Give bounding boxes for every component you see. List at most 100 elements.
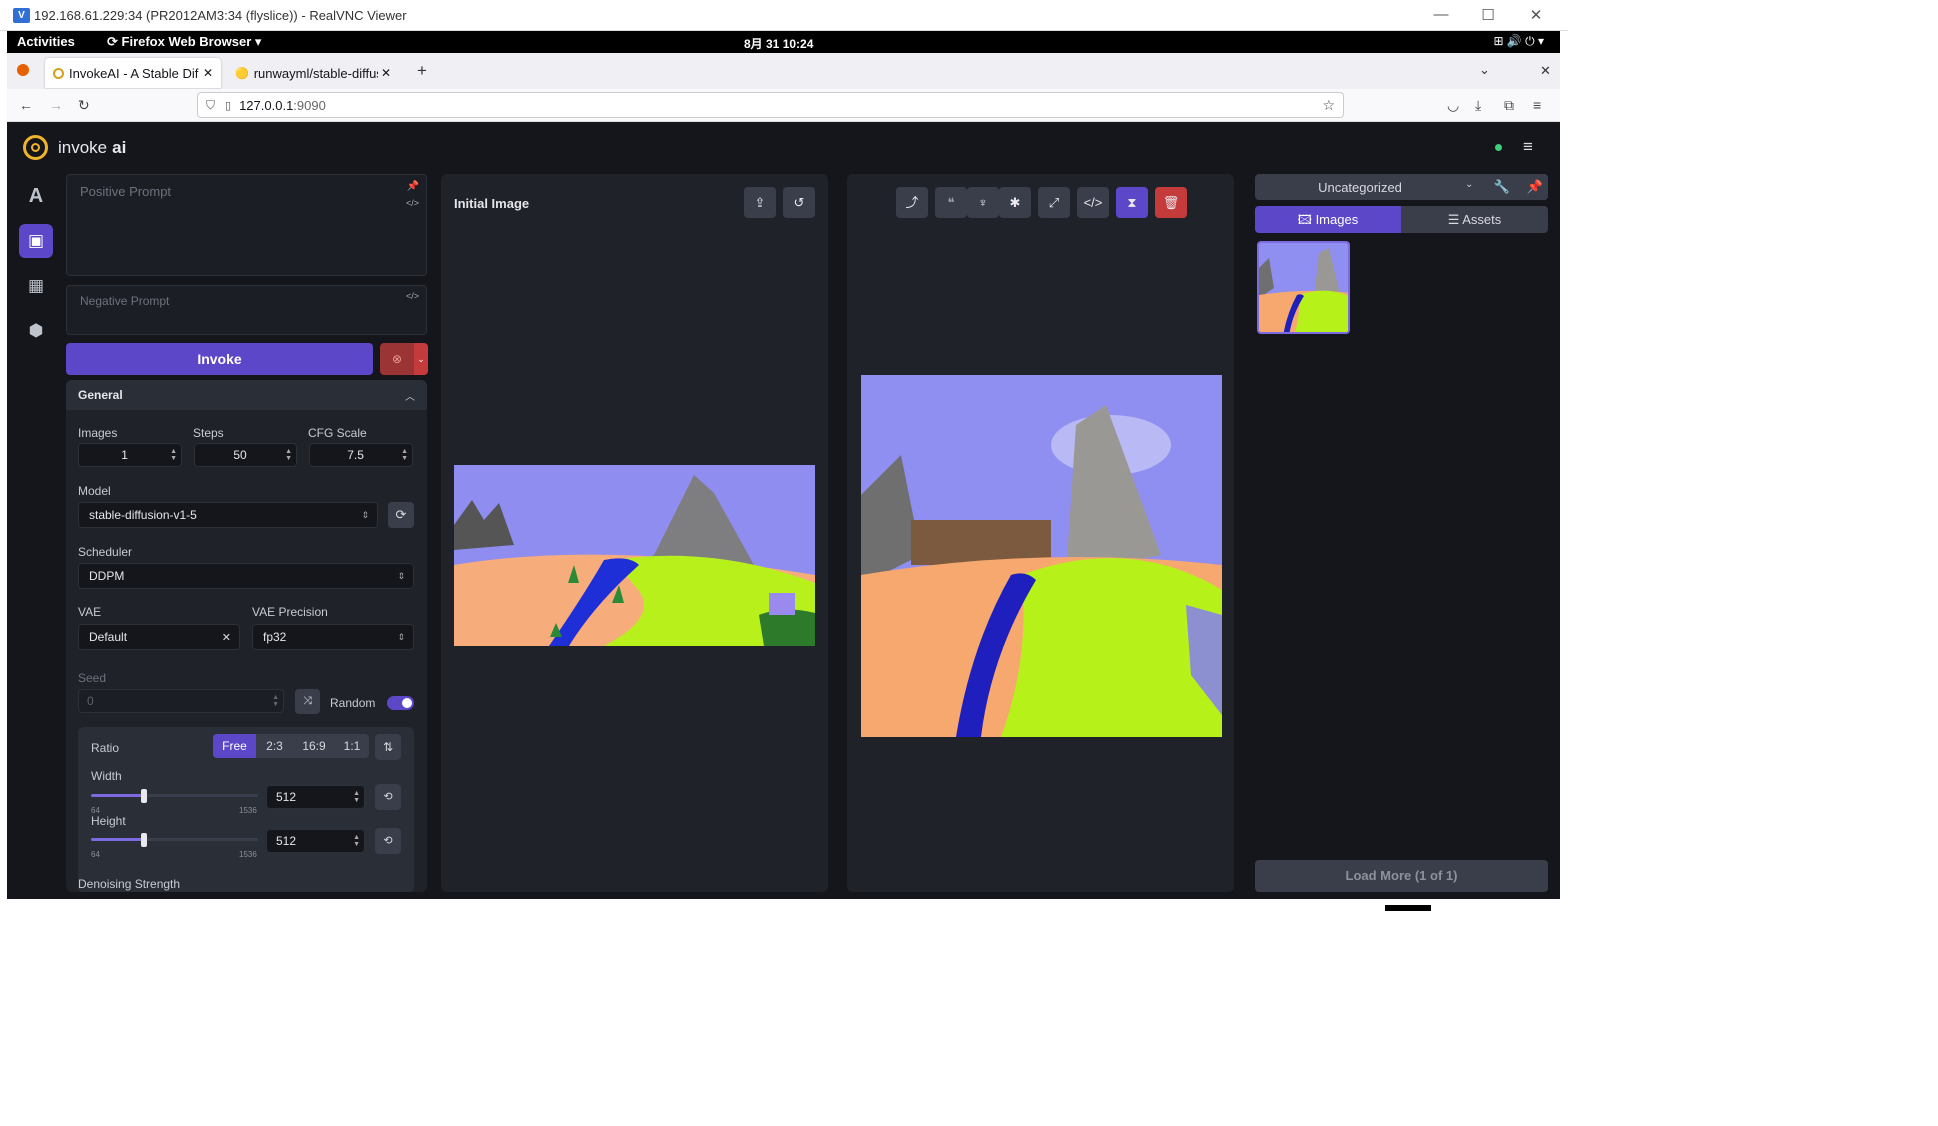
shuffle-seed-icon[interactable]: ⤨ bbox=[295, 689, 320, 714]
images-value: 1 bbox=[121, 448, 128, 462]
scheduler-label: Scheduler bbox=[78, 545, 133, 559]
show-metadata-code-icon[interactable]: </> bbox=[1077, 187, 1109, 218]
maximize-button[interactable]: ☐ bbox=[1478, 6, 1498, 24]
invoke-button[interactable]: Invoke bbox=[66, 343, 373, 375]
downloads-icon[interactable]: ⤓ bbox=[1475, 97, 1481, 114]
width-max-label: 1536 bbox=[239, 806, 257, 815]
show-progress-hourglass-icon[interactable]: ⧗ bbox=[1116, 187, 1148, 218]
use-prompt-quote-icon[interactable]: ❝ bbox=[935, 187, 967, 218]
minimize-button[interactable]: — bbox=[1431, 6, 1451, 23]
use-seed-icon[interactable]: ♆ bbox=[967, 187, 999, 218]
cancel-icon[interactable]: ⊗ bbox=[380, 343, 414, 375]
ratio-16-9-button[interactable]: 16:9 bbox=[293, 734, 335, 758]
collapse-chevron-icon: ︿ bbox=[405, 391, 415, 403]
width-value: 512 bbox=[276, 790, 297, 804]
tab-images[interactable]: 🖾 Images bbox=[1255, 206, 1401, 233]
list-tabs-icon[interactable]: ⌄ bbox=[1479, 62, 1490, 78]
images-number-input[interactable]: 1 ▲ ▼ bbox=[78, 443, 182, 467]
bookmark-star-icon[interactable]: ☆ bbox=[1322, 97, 1335, 114]
pin-icon[interactable]: 📌 bbox=[407, 181, 419, 192]
extensions-icon[interactable]: ⧉ bbox=[1504, 97, 1514, 114]
new-tab-icon[interactable]: + bbox=[417, 61, 427, 81]
vae-precision-value: fp32 bbox=[263, 630, 287, 644]
width-slider-thumb[interactable] bbox=[141, 789, 147, 803]
general-accordion-header[interactable]: General ︿ bbox=[66, 380, 427, 410]
clear-vae-icon[interactable]: ✕ bbox=[222, 631, 231, 644]
tab-close-icon[interactable]: ✕ bbox=[203, 66, 213, 80]
txt2img-tab-icon[interactable]: A bbox=[19, 179, 53, 213]
steps-value: 50 bbox=[233, 448, 247, 462]
height-number-input[interactable]: 512 ▲ ▼ bbox=[266, 829, 365, 853]
close-browser-icon[interactable]: ✕ bbox=[1540, 63, 1551, 79]
tab-close-icon[interactable]: ✕ bbox=[381, 66, 391, 80]
tab-huggingface[interactable]: 🟡 runwayml/stable-diffus ✕ bbox=[227, 58, 399, 88]
reset-initial-image-icon[interactable]: ↺ bbox=[783, 187, 815, 218]
app-menu[interactable]: ⟳ Firefox Web Browser ▾ bbox=[107, 34, 261, 50]
embedding-code-icon[interactable]: </> bbox=[406, 291, 419, 301]
spinner-icon[interactable]: ▲ ▼ bbox=[272, 694, 279, 708]
model-label: Model bbox=[78, 484, 111, 498]
tab-assets[interactable]: ☰ Assets bbox=[1401, 206, 1548, 233]
spinner-icon[interactable]: ▲ ▼ bbox=[353, 834, 360, 848]
forward-icon[interactable]: → bbox=[49, 97, 63, 113]
use-all-asterisk-icon[interactable]: ✱ bbox=[999, 187, 1031, 218]
reset-width-icon[interactable]: ⟲ bbox=[375, 784, 401, 810]
cfg-scale-number-input[interactable]: 7.5 ▲ ▼ bbox=[309, 443, 413, 467]
url-bar[interactable]: ⛉ ▯ 127.0.0.1:9090 ☆ bbox=[197, 92, 1344, 118]
pin-gallery-icon[interactable]: 📌 bbox=[1522, 174, 1548, 200]
clock[interactable]: 8月 31 10:24 bbox=[744, 35, 813, 52]
gallery-settings-wrench-icon[interactable]: 🔧 bbox=[1489, 174, 1515, 200]
delete-trash-icon[interactable]: 🗑 bbox=[1155, 187, 1187, 218]
positive-prompt-input[interactable]: Positive Prompt 📌 </> bbox=[66, 174, 427, 276]
img2img-tab-icon[interactable]: ▣ bbox=[19, 224, 53, 258]
width-slider[interactable] bbox=[91, 789, 258, 803]
vae-select[interactable]: Default ✕ bbox=[78, 624, 240, 650]
pocket-icon[interactable]: ◡ bbox=[1447, 97, 1459, 114]
negative-prompt-input[interactable]: Negative Prompt </> bbox=[66, 285, 427, 335]
denoising-strength-label: Denoising Strength bbox=[78, 877, 181, 891]
activities-button[interactable]: Activities bbox=[17, 34, 75, 49]
steps-number-input[interactable]: 50 ▲ ▼ bbox=[194, 443, 297, 467]
gallery-tabs: 🖾 Images ☰ Assets bbox=[1255, 206, 1548, 233]
app-logo: invoke ai bbox=[23, 135, 126, 160]
spinner-icon[interactable]: ▲ ▼ bbox=[170, 448, 177, 462]
reset-height-icon[interactable]: ⟲ bbox=[375, 828, 401, 854]
seed-number-input[interactable]: 0 ▲ ▼ bbox=[78, 689, 284, 713]
unified-canvas-tab-icon[interactable]: ▦ bbox=[19, 269, 53, 303]
model-select[interactable]: stable-diffusion-v1-5 ⇕ bbox=[78, 502, 378, 528]
model-manager-tab-icon[interactable]: ⬢ bbox=[19, 314, 53, 348]
swap-dimensions-icon[interactable]: ⇅ bbox=[375, 734, 401, 760]
ratio-2-3-button[interactable]: 2:3 bbox=[256, 734, 293, 758]
vae-precision-select[interactable]: fp32 ⇕ bbox=[252, 624, 414, 650]
spinner-icon[interactable]: ▲ ▼ bbox=[401, 448, 408, 462]
load-more-button[interactable]: Load More (1 of 1) bbox=[1255, 860, 1548, 892]
width-number-input[interactable]: 512 ▲ ▼ bbox=[266, 785, 365, 809]
height-slider[interactable] bbox=[91, 833, 258, 847]
share-icon[interactable]: ⤴ bbox=[896, 187, 928, 218]
close-window-button[interactable]: ✕ bbox=[1526, 6, 1546, 24]
page-icon: ▯ bbox=[225, 99, 232, 112]
height-slider-thumb[interactable] bbox=[141, 833, 147, 847]
width-label: Width bbox=[91, 769, 122, 783]
refresh-models-icon[interactable]: ⟳ bbox=[388, 502, 414, 528]
embedding-code-icon[interactable]: </> bbox=[406, 198, 419, 208]
invoke-logo-icon bbox=[23, 135, 48, 160]
spinner-icon[interactable]: ▲ ▼ bbox=[285, 448, 292, 462]
cfg-scale-label: CFG Scale bbox=[308, 426, 367, 440]
random-seed-toggle[interactable] bbox=[387, 696, 414, 710]
back-icon[interactable]: ← bbox=[19, 97, 33, 113]
reload-icon[interactable]: ↻ bbox=[78, 97, 90, 114]
spinner-icon[interactable]: ▲ ▼ bbox=[353, 790, 360, 804]
cancel-options-chevron-icon[interactable]: ⌄ bbox=[414, 343, 428, 375]
upscale-expand-icon[interactable]: ⤢ bbox=[1038, 187, 1070, 218]
firefox-view-icon[interactable] bbox=[17, 64, 29, 76]
ratio-1-1-button[interactable]: 1:1 bbox=[335, 734, 369, 758]
system-tray[interactable]: ⊞ 🔊 ⏻ ▾ bbox=[1493, 34, 1544, 49]
scheduler-select[interactable]: DDPM ⇕ bbox=[78, 563, 414, 589]
gallery-thumbnail[interactable] bbox=[1257, 241, 1350, 334]
ratio-free-button[interactable]: Free bbox=[213, 734, 256, 758]
hamburger-menu-icon[interactable]: ≡ bbox=[1523, 137, 1533, 157]
tab-invokeai[interactable]: InvokeAI - A Stable Dif ✕ bbox=[45, 58, 221, 88]
app-menu-icon[interactable]: ≡ bbox=[1533, 97, 1541, 113]
upload-image-icon[interactable]: ⇪ bbox=[744, 187, 776, 218]
